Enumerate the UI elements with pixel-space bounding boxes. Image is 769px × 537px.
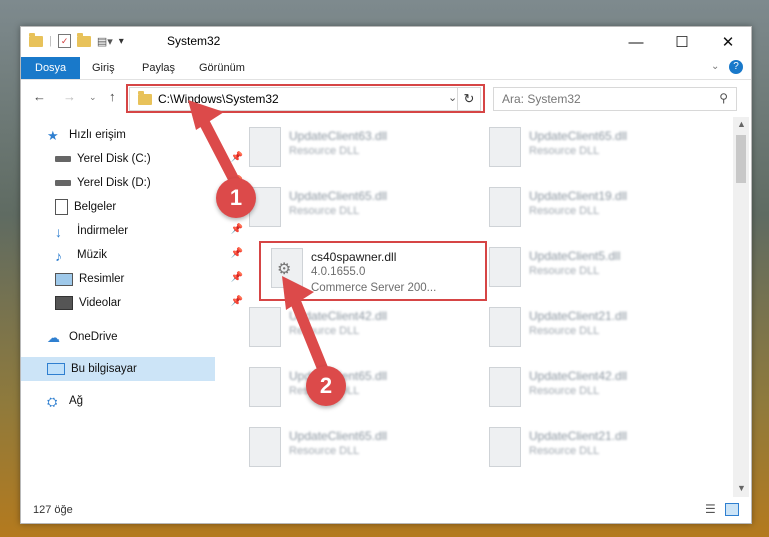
scroll-down-icon[interactable]: ▼ (737, 483, 746, 493)
file-item[interactable]: UpdateClient63.dll Resource DLL (237, 123, 437, 173)
up-button[interactable]: ↑ (109, 89, 116, 104)
help-icon[interactable]: ? (729, 60, 743, 74)
back-button[interactable]: ← (33, 89, 46, 104)
ribbon-collapse-icon[interactable]: ⌄ (711, 61, 719, 72)
tab-file[interactable]: Dosya (21, 57, 81, 79)
file-item[interactable]: UpdateClient21.dll Resource DLL (477, 423, 677, 473)
drive-icon (55, 180, 71, 186)
close-button[interactable]: ✕ (705, 27, 751, 57)
dll-file-icon (489, 427, 521, 467)
search-icon: ⚲ (719, 91, 728, 105)
title-bar: | ✓ ▤▾ ▾ System32 — ☐ ✕ (21, 27, 751, 57)
dll-file-icon (249, 427, 281, 467)
download-icon: ↓ (55, 224, 62, 240)
dll-file-icon (489, 367, 521, 407)
details-view-icon[interactable]: ☰ (705, 502, 716, 516)
file-item[interactable]: UpdateClient65.dll Resource DLL (477, 123, 677, 173)
new-folder-icon[interactable] (76, 32, 91, 47)
dropdown-icon[interactable]: ▾ (119, 36, 124, 47)
recent-dropdown-icon[interactable]: ⌄ (89, 92, 97, 103)
separator: | (49, 35, 52, 47)
computer-icon (47, 363, 65, 375)
step-2-badge: 2 (306, 366, 346, 406)
tiles-view-icon[interactable] (725, 503, 739, 516)
window-title: System32 (167, 34, 221, 48)
network-icon: ⛭ (47, 394, 58, 409)
ribbon-tabs: Dosya Giriş Paylaş Görünüm ⌄ ? (21, 57, 751, 80)
drive-icon (55, 156, 71, 162)
maximize-button[interactable]: ☐ (659, 27, 705, 57)
file-item[interactable]: UpdateClient42.dll Resource DLL (477, 363, 677, 413)
scrollbar-thumb[interactable] (736, 135, 746, 183)
folder-icon (29, 32, 43, 47)
properties-icon[interactable]: ✓ (57, 34, 71, 48)
explorer-window: | ✓ ▤▾ ▾ System32 — ☐ ✕ Dosya Giriş Payl… (20, 26, 752, 524)
forward-button[interactable]: → (63, 89, 76, 104)
step-1-badge: 1 (216, 178, 256, 218)
file-item[interactable]: UpdateClient65.dll Resource DLL (237, 183, 437, 233)
scroll-up-icon[interactable]: ▲ (737, 119, 746, 129)
dll-file-icon (489, 187, 521, 227)
address-toolbar: ← → ⌄ ↑ C:\Windows\System32 ⌄ ↻ Ara: Sys… (21, 83, 751, 113)
document-icon (55, 199, 68, 215)
nav-item-music[interactable]: ♪ Müzik 📌 (21, 243, 249, 267)
item-count: 127 öğe (33, 504, 73, 516)
nav-item-pictures[interactable]: Resimler 📌 (21, 267, 249, 291)
cloud-icon: ☁ (47, 330, 60, 345)
nav-item-this-pc[interactable]: Bu bilgisayar (21, 357, 215, 381)
file-item[interactable]: UpdateClient65.dll Resource DLL (237, 423, 437, 473)
tab-home[interactable]: Giriş (92, 57, 115, 79)
nav-item-videos[interactable]: Videolar 📌 (21, 291, 249, 315)
star-icon: ★ (47, 128, 59, 143)
nav-item-onedrive[interactable]: ☁ OneDrive (21, 325, 241, 349)
music-icon: ♪ (55, 248, 62, 264)
file-item[interactable]: UpdateClient19.dll Resource DLL (477, 183, 677, 233)
nav-item-downloads[interactable]: ↓ İndirmeler 📌 (21, 219, 249, 243)
dll-file-icon (489, 307, 521, 347)
quick-access-toolbar: | ✓ ▤▾ ▾ (29, 32, 124, 48)
minimize-button[interactable]: — (613, 27, 659, 57)
search-placeholder: Ara: System32 (502, 92, 581, 106)
file-item[interactable]: UpdateClient21.dll Resource DLL (477, 303, 677, 353)
vertical-scrollbar[interactable]: ▲ ▼ (733, 117, 749, 497)
dll-file-icon (489, 127, 521, 167)
search-input[interactable]: Ara: System32 ⚲ (493, 87, 737, 111)
customize-icon[interactable]: ▤▾ (97, 35, 113, 48)
tab-share[interactable]: Paylaş (142, 57, 175, 79)
nav-item-network[interactable]: ⛭ Ağ (21, 389, 241, 413)
status-bar: 127 öğe ☰ (21, 499, 751, 521)
dll-file-icon (489, 247, 521, 287)
tab-view[interactable]: Görünüm (199, 57, 245, 79)
video-icon (55, 296, 73, 310)
picture-icon (55, 272, 73, 286)
file-item[interactable]: UpdateClient5.dll Resource DLL (477, 243, 677, 293)
